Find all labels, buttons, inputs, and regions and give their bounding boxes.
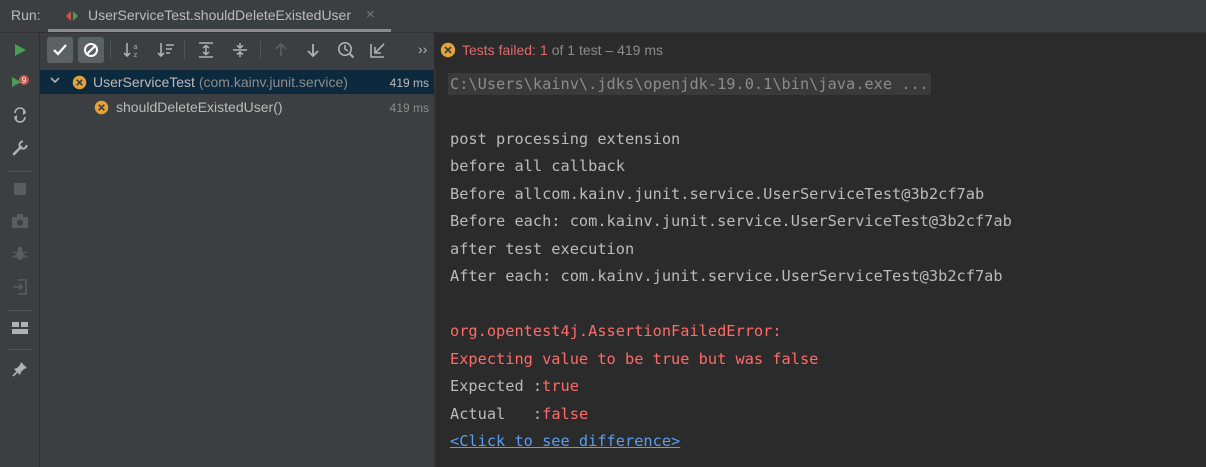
sort-alphabetically-icon[interactable]: a z <box>119 37 145 63</box>
run-tab[interactable]: UserServiceTest.shouldDeleteExistedUser … <box>48 0 391 32</box>
rerun-failed-icon[interactable]: 9 <box>8 70 32 94</box>
expected-line: Expected :true <box>450 375 579 397</box>
test-status: Tests failed: 1 of 1 test – 419 ms <box>440 40 663 60</box>
actual-label: Actual : <box>450 405 543 423</box>
camera-icon[interactable] <box>8 209 32 233</box>
error-class: org.opentest4j.AssertionFailedError: <box>450 322 782 340</box>
test-history-icon[interactable] <box>333 37 359 63</box>
test-tree: UserServiceTest (com.kainv.junit.service… <box>40 67 434 467</box>
tests-failed-icon <box>440 42 456 58</box>
test-method-name: shouldDeleteExistedUser() <box>116 99 283 115</box>
test-tree-toolbar: a z ›› <box>40 33 434 67</box>
exit-icon[interactable] <box>8 275 32 299</box>
console-line: Before each: com.kainv.junit.service.Use… <box>450 212 1012 230</box>
settings-wrench-icon[interactable] <box>8 136 32 160</box>
run-tool-window-header: Run: UserServiceTest.shouldDeleteExisted… <box>0 0 1206 33</box>
expected-label: Expected : <box>450 377 543 395</box>
test-duration: 419 ms <box>389 76 429 90</box>
toolbar-separator <box>260 41 261 59</box>
test-class-package: (com.kainv.junit.service) <box>198 74 348 90</box>
console-line: post processing extension <box>450 130 681 148</box>
stop-icon[interactable] <box>8 177 32 201</box>
show-ignored-icon[interactable] <box>78 37 104 63</box>
layout-icon[interactable] <box>8 316 32 340</box>
error-message: Expecting value to be true but was false <box>450 350 819 368</box>
import-tests-icon[interactable] <box>365 37 391 63</box>
run-tab-title: UserServiceTest.shouldDeleteExistedUser <box>88 7 351 23</box>
test-class-name: UserServiceTest (com.kainv.junit.service… <box>93 74 348 90</box>
toolbar-separator <box>8 171 32 172</box>
console-line: Before allcom.kainv.junit.service.UserSe… <box>450 185 985 203</box>
tree-row-test-class[interactable]: UserServiceTest (com.kainv.junit.service… <box>40 70 434 94</box>
show-passed-icon[interactable] <box>47 37 73 63</box>
svg-text:z: z <box>134 52 138 58</box>
test-config-icon <box>64 8 80 24</box>
next-failed-icon[interactable] <box>300 37 326 63</box>
console-line: After each: com.kainv.junit.service.User… <box>450 267 1003 285</box>
previous-failed-icon[interactable] <box>268 37 294 63</box>
chevron-down-icon[interactable] <box>49 74 61 86</box>
test-failed-icon <box>94 100 109 115</box>
active-tab-indicator <box>48 29 391 32</box>
run-icon[interactable] <box>8 38 32 62</box>
test-failed-icon <box>72 75 87 90</box>
see-difference-link[interactable]: <Click to see difference> <box>450 430 680 452</box>
svg-text:9: 9 <box>22 76 27 85</box>
console-command-line[interactable]: C:\Users\kainv\.jdks\openjdk-19.0.1\bin\… <box>448 73 931 95</box>
test-duration: 419 ms <box>389 101 429 115</box>
toggle-auto-test-icon[interactable] <box>8 103 32 127</box>
collapse-all-icon[interactable] <box>227 37 253 63</box>
console-line: before all callback <box>450 157 625 175</box>
run-label: Run: <box>11 7 41 23</box>
left-toolbar: 9 <box>0 33 40 467</box>
pin-icon[interactable] <box>8 357 32 381</box>
tests-failed-label: Tests failed: <box>462 42 536 58</box>
more-actions-button[interactable]: ›› <box>418 41 427 57</box>
console-output[interactable]: C:\Users\kainv\.jdks\openjdk-19.0.1\bin\… <box>436 67 1206 467</box>
actual-line: Actual :false <box>450 403 588 425</box>
console-line: after test execution <box>450 240 635 258</box>
expand-all-icon[interactable] <box>193 37 219 63</box>
tests-failed-count: 1 <box>539 42 548 58</box>
toolbar-separator <box>184 41 185 59</box>
expected-value: true <box>542 377 579 395</box>
close-tab-icon[interactable]: × <box>366 6 375 23</box>
actual-value: false <box>542 405 589 423</box>
tree-row-test-method[interactable]: shouldDeleteExistedUser() 419 ms <box>40 95 434 119</box>
toolbar-separator <box>110 41 111 59</box>
svg-text:a: a <box>134 44 138 51</box>
toolbar-separator <box>8 310 32 311</box>
debug-bug-icon[interactable] <box>8 242 32 266</box>
sort-by-duration-icon[interactable] <box>153 37 179 63</box>
tests-summary: of 1 test – 419 ms <box>551 42 664 58</box>
toolbar-separator <box>8 349 32 350</box>
